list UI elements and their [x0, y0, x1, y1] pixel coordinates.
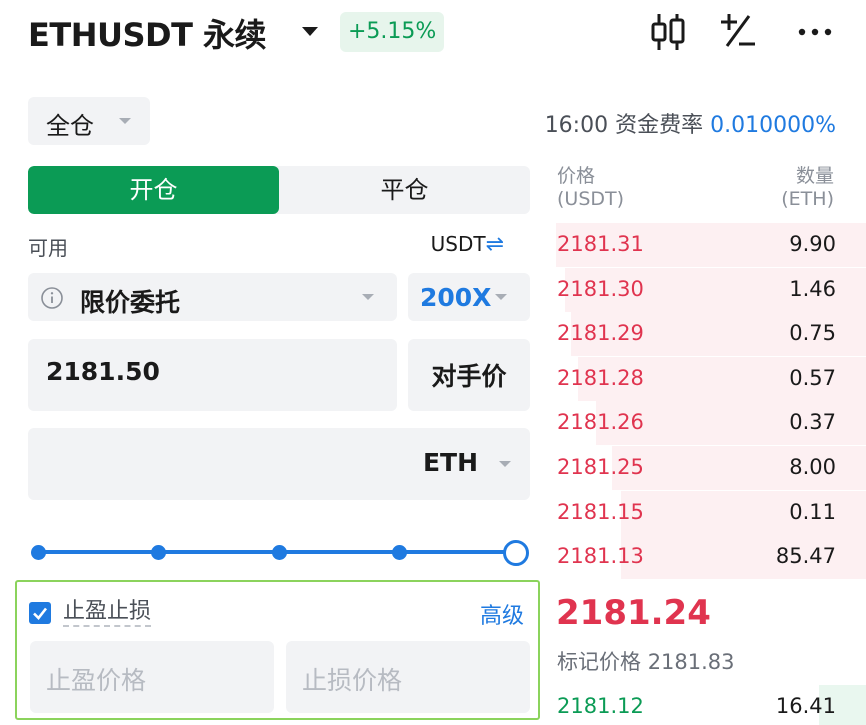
- order-type-select[interactable]: 限价委托: [28, 273, 397, 321]
- ask-row[interactable]: 2181.31 9.90: [556, 223, 866, 267]
- ask-quantity: 9.90: [789, 232, 836, 256]
- ask-quantity: 0.11: [789, 499, 836, 524]
- last-price: 2181.24: [556, 593, 711, 633]
- position-tabs: 平仓 开仓: [28, 166, 530, 214]
- ask-row[interactable]: 2181.15 0.11: [556, 490, 866, 535]
- slider-step-25[interactable]: [151, 545, 166, 560]
- slider-handle[interactable]: [503, 540, 529, 566]
- ask-row[interactable]: 2181.29 0.75: [556, 312, 866, 357]
- orderbook-qty-header: 数量 (ETH): [781, 165, 834, 211]
- symbol-title[interactable]: ETHUSDT 永续: [28, 10, 267, 56]
- ask-row[interactable]: 2181.28 0.57: [556, 356, 866, 401]
- ask-price: 2181.15: [557, 499, 644, 524]
- price-header-label: 价格: [557, 165, 596, 187]
- ask-row[interactable]: 2181.25 8.00: [556, 446, 866, 490]
- counterparty-price-label: 对手价: [431, 362, 507, 391]
- price-value: 2181.50: [46, 357, 160, 386]
- ask-row[interactable]: 2181.30 1.46: [556, 267, 866, 312]
- price-change-badge: +5.15%: [340, 12, 445, 52]
- ask-price: 2181.31: [557, 232, 644, 256]
- chevron-down-icon: [362, 294, 374, 300]
- funding-rate-value: 0.010000%: [710, 113, 836, 138]
- take-profit-placeholder: 止盈价格: [46, 666, 147, 695]
- ask-quantity: 0.37: [789, 410, 836, 435]
- ask-price: 2181.26: [557, 410, 644, 435]
- ask-price: 2181.25: [557, 455, 644, 479]
- stop-loss-placeholder: 止损价格: [302, 666, 403, 695]
- bid-price: 2181.12: [557, 694, 644, 718]
- quantity-unit: ETH: [422, 448, 478, 477]
- counterparty-price-button[interactable]: 对手价: [408, 339, 530, 411]
- orderbook-price-header: 价格 (USDT): [557, 165, 624, 211]
- tpsl-label[interactable]: 止盈止损: [63, 599, 152, 627]
- slider-step-75[interactable]: [392, 545, 407, 560]
- available-label: 可用: [28, 236, 68, 260]
- mark-price: 标记价格 2181.83: [557, 646, 735, 676]
- tab-open-position[interactable]: 开仓: [28, 166, 279, 214]
- funding-rate-info: 16:00 资金费率 0.010000%: [545, 107, 836, 139]
- leverage-select[interactable]: 200X: [408, 273, 530, 321]
- tab-close-position[interactable]: 平仓: [279, 166, 530, 214]
- mark-price-value: 2181.83: [647, 650, 735, 674]
- funding-time: 16:00: [544, 113, 609, 138]
- available-unit-switch[interactable]: USDT⇌: [431, 232, 504, 257]
- ask-quantity: 1.46: [789, 276, 836, 301]
- ask-quantity: 85.47: [775, 544, 836, 569]
- price-header-unit: (USDT): [557, 188, 625, 210]
- chevron-down-icon[interactable]: [499, 461, 511, 467]
- ask-quantity: 8.00: [789, 455, 836, 479]
- quantity-input[interactable]: ETH: [28, 428, 530, 500]
- ask-price: 2181.13: [557, 544, 644, 569]
- candlestick-chart-icon[interactable]: [648, 10, 688, 54]
- tpsl-panel: 止盈止损 高级 止盈价格 止损价格: [15, 580, 540, 720]
- slider-step-50[interactable]: [272, 545, 287, 560]
- qty-header-unit: (ETH): [781, 188, 834, 210]
- tpsl-advanced-link[interactable]: 高级: [480, 598, 524, 630]
- ask-quantity: 0.75: [789, 321, 836, 346]
- check-icon: [33, 607, 48, 620]
- ask-price: 2181.30: [557, 276, 644, 301]
- order-type-label: 限价委托: [80, 288, 181, 317]
- bid-row[interactable]: 2181.12 16.41: [556, 685, 866, 725]
- slider-step-0[interactable]: [31, 545, 46, 560]
- tpsl-checkbox[interactable]: [29, 602, 51, 624]
- bid-quantity: 16.41: [775, 694, 836, 718]
- chevron-down-icon: [495, 294, 507, 300]
- ask-row[interactable]: 2181.26 0.37: [556, 401, 866, 446]
- ask-quantity: 0.57: [789, 365, 836, 390]
- price-input[interactable]: 2181.50: [28, 339, 397, 411]
- available-unit: USDT: [430, 232, 486, 256]
- stop-loss-input[interactable]: 止损价格: [286, 641, 530, 713]
- chevron-down-icon: [119, 118, 131, 124]
- leverage-label: 200X: [420, 283, 492, 312]
- qty-header-label: 数量: [795, 165, 834, 187]
- mark-price-label: 标记价格: [557, 650, 641, 674]
- ask-price: 2181.28: [557, 365, 644, 390]
- swap-icon: ⇌: [485, 232, 504, 257]
- ask-row[interactable]: 2181.13 85.47: [556, 535, 866, 580]
- symbol-dropdown-icon[interactable]: [302, 27, 318, 36]
- more-icon[interactable]: [796, 10, 836, 54]
- margin-mode-label: 全仓: [46, 112, 94, 140]
- info-icon[interactable]: [40, 286, 64, 310]
- funding-label: 资金费率: [615, 113, 704, 138]
- plus-minus-icon[interactable]: [719, 10, 759, 54]
- ask-price: 2181.29: [557, 321, 644, 346]
- margin-mode-select[interactable]: 全仓: [28, 97, 150, 145]
- take-profit-input[interactable]: 止盈价格: [30, 641, 274, 713]
